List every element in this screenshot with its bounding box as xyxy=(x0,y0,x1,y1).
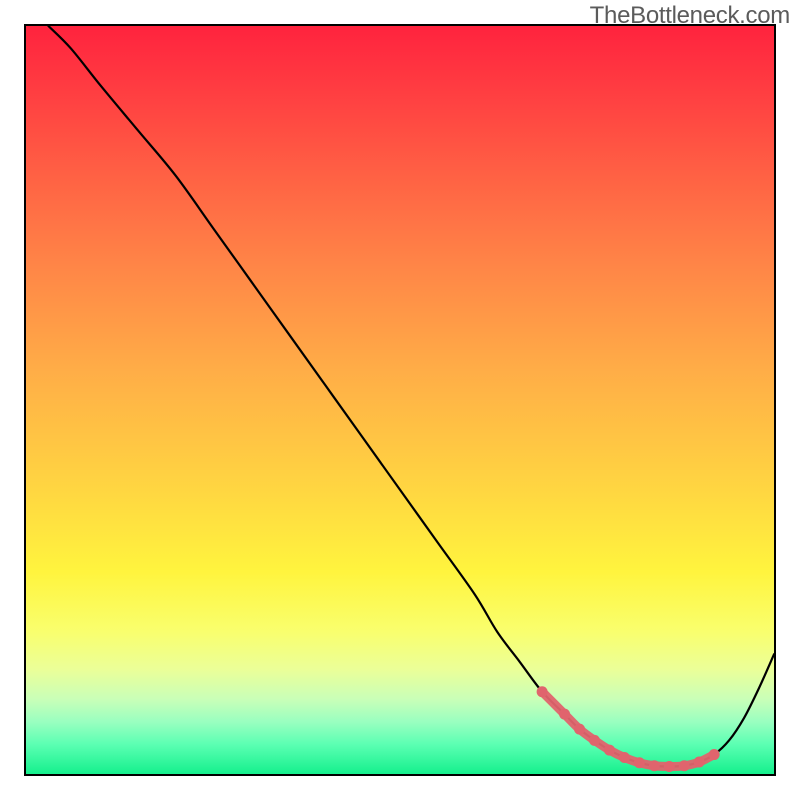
marker-dot xyxy=(634,757,645,768)
marker-dot xyxy=(679,760,690,771)
marker-dot xyxy=(559,709,570,720)
marker-dot xyxy=(664,761,675,772)
marker-dot xyxy=(589,735,600,746)
watermark-text: TheBottleneck.com xyxy=(590,2,790,30)
chart-plot-area xyxy=(24,24,776,776)
marker-dot xyxy=(537,686,548,697)
marker-dot xyxy=(694,757,705,768)
curve-left-segment xyxy=(48,26,774,767)
marker-dot xyxy=(649,760,660,771)
marker-dot xyxy=(574,724,585,735)
marker-dot xyxy=(709,749,720,760)
curve-marker-dots xyxy=(537,686,720,772)
chart-svg-layer xyxy=(26,26,774,774)
marker-dot xyxy=(619,752,630,763)
marker-dot xyxy=(604,745,615,756)
